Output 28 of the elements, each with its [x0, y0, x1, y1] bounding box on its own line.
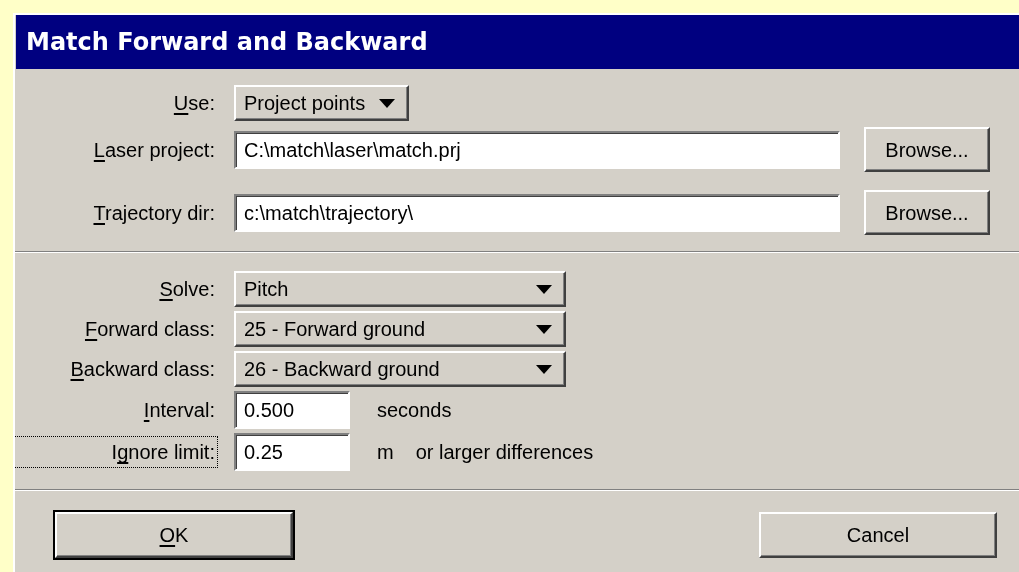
input-field[interactable]: 0.500	[234, 391, 350, 429]
dropdown-arrow-icon	[379, 98, 396, 108]
field-label: Solve:	[158, 277, 216, 302]
input-field[interactable]: c:\match\trajectory\	[234, 193, 840, 232]
browse-button[interactable]: Browse...	[864, 127, 990, 172]
dropdown-arrow-icon	[536, 284, 552, 294]
ok-button[interactable]: OK	[55, 512, 293, 558]
dropdown-arrow-icon	[536, 324, 552, 334]
unit-label: seconds	[377, 398, 452, 423]
unit-label: m	[377, 440, 394, 465]
dropdown[interactable]: Project points	[234, 85, 410, 121]
browse-button[interactable]: Browse...	[864, 190, 990, 235]
input-field[interactable]: 0.25	[234, 433, 350, 471]
field-label: Use:	[172, 91, 216, 116]
dropdown-arrow-icon	[536, 364, 552, 374]
dropdown[interactable]: 26 - Backward ground	[234, 351, 566, 387]
hint-text: or larger differences	[415, 440, 594, 465]
field-label: Forward class:	[83, 317, 216, 342]
dropdown[interactable]: 25 - Forward ground	[234, 311, 566, 347]
input-field[interactable]: C:\match\laser\match.prj	[234, 130, 840, 169]
field-label: Ignore limit:	[15, 437, 217, 467]
dropdown[interactable]: Pitch	[234, 271, 566, 307]
field-label: Laser project:	[92, 137, 216, 163]
cancel-button[interactable]: Cancel	[759, 512, 997, 558]
field-label: Interval:	[142, 398, 216, 423]
field-label: Backward class:	[69, 357, 216, 382]
field-label: Trajectory dir:	[92, 200, 216, 226]
window-title: Match Forward and Backward	[16, 15, 1019, 69]
